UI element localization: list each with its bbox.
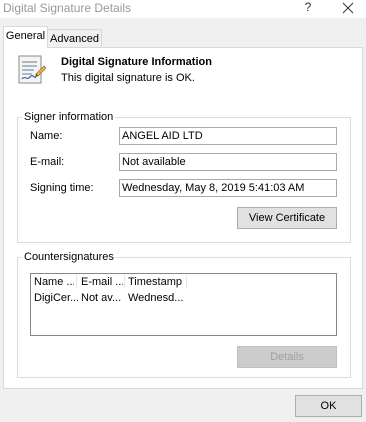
close-button[interactable] <box>339 0 357 17</box>
general-tab-panel: Digital Signature Information This digit… <box>3 47 363 389</box>
row-cell-timestamp[interactable]: Wednesd... <box>128 291 184 305</box>
title-bar: Digital Signature Details ? <box>0 0 366 18</box>
email-label: E-mail: <box>30 156 65 168</box>
digital-signature-details-dialog: Digital Signature Details ? General Adva… <box>0 0 366 422</box>
signature-status: This digital signature is OK. <box>61 72 195 84</box>
signer-information-legend: Signer information <box>22 110 116 124</box>
signing-time-label: Signing time: <box>30 182 94 194</box>
signer-information-group: Signer information Name: ANGEL AID LTD E… <box>17 110 351 243</box>
countersignatures-group: Countersignatures Name ... E-mail ... Ti… <box>17 250 351 378</box>
column-separator[interactable] <box>124 275 125 288</box>
tab-general[interactable]: General <box>3 26 48 48</box>
close-icon <box>342 2 354 14</box>
help-button[interactable]: ? <box>300 0 316 17</box>
column-header-timestamp[interactable]: Timestamp <box>128 275 184 289</box>
email-field[interactable]: Not available <box>119 153 337 171</box>
tab-advanced[interactable]: Advanced <box>48 29 102 48</box>
view-certificate-button[interactable]: View Certificate <box>237 207 337 229</box>
column-separator[interactable] <box>76 275 77 288</box>
window-title: Digital Signature Details <box>3 1 132 15</box>
column-separator[interactable] <box>186 275 187 288</box>
info-heading: Digital Signature Information <box>61 56 212 68</box>
name-field[interactable]: ANGEL AID LTD <box>119 127 337 145</box>
signing-time-field[interactable]: Wednesday, May 8, 2019 5:41:03 AM <box>119 179 337 197</box>
row-cell-name[interactable]: DigiCer... <box>34 291 78 305</box>
column-header-name[interactable]: Name ... <box>34 275 74 289</box>
name-label: Name: <box>30 130 63 142</box>
details-button[interactable]: Details <box>237 346 337 368</box>
countersignatures-legend: Countersignatures <box>22 250 116 264</box>
column-header-email[interactable]: E-mail ... <box>81 275 123 289</box>
certificate-signature-icon <box>18 55 46 84</box>
row-cell-email[interactable]: Not av... <box>81 291 125 305</box>
ok-button[interactable]: OK <box>295 395 362 417</box>
countersignatures-list[interactable]: Name ... E-mail ... Timestamp DigiCer...… <box>30 273 337 336</box>
